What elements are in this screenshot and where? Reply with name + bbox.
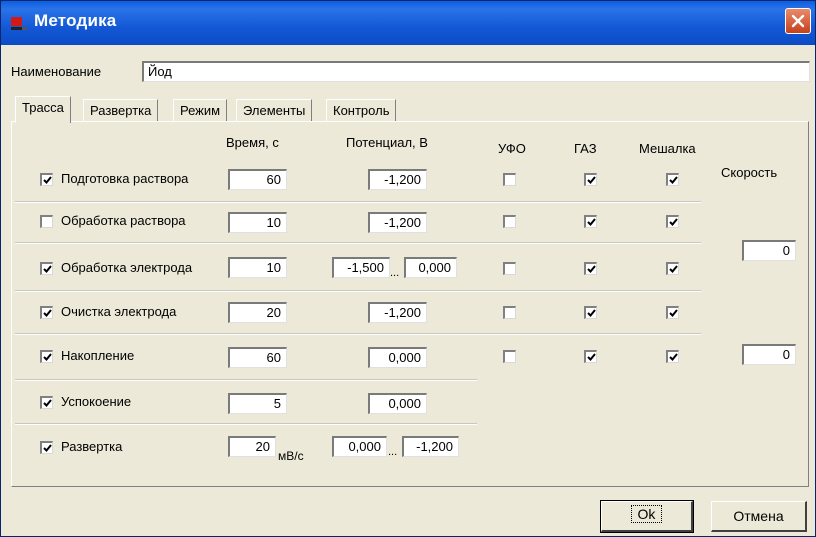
row-separator: [15, 242, 701, 244]
stirrer-checkbox[interactable]: [666, 306, 679, 319]
tab-elementy[interactable]: Элементы: [236, 99, 313, 121]
checkmark-icon: [587, 176, 596, 184]
row-label: Успокоение: [61, 394, 132, 409]
row-label: Обработка раствора: [61, 213, 186, 228]
row-enable-checkbox[interactable]: [40, 350, 53, 363]
gas-checkbox[interactable]: [584, 262, 597, 275]
header-gas: ГАЗ: [574, 141, 597, 156]
stirrer-checkbox[interactable]: [666, 215, 679, 228]
row-separator: [15, 333, 701, 335]
ufo-checkbox[interactable]: [503, 262, 516, 275]
ufo-checkbox[interactable]: [503, 306, 516, 319]
header-time: Время, с: [226, 135, 279, 150]
header-ufo: УФО: [498, 141, 526, 156]
stirrer-checkbox[interactable]: [666, 350, 679, 363]
title-bar[interactable]: Методика: [1, 1, 815, 45]
gas-checkbox[interactable]: [584, 350, 597, 363]
potential-from-input[interactable]: -1,500: [332, 257, 390, 278]
ok-button-label: Ok: [630, 505, 663, 523]
checkmark-icon: [669, 353, 678, 361]
range-separator: ...: [390, 267, 400, 279]
row-separator: [15, 290, 701, 292]
checkmark-icon: [43, 399, 52, 407]
row-enable-checkbox[interactable]: [40, 262, 53, 275]
time-input[interactable]: 10: [228, 257, 287, 278]
close-button[interactable]: [785, 8, 811, 34]
potential-input[interactable]: -1,200: [368, 169, 427, 190]
row-label: Развертка: [61, 439, 123, 454]
scan-rate-unit: мВ/с: [278, 449, 304, 463]
speed-input-1[interactable]: 0: [742, 240, 796, 261]
potential-input[interactable]: -1,200: [368, 212, 427, 233]
gas-checkbox[interactable]: [584, 306, 597, 319]
time-input[interactable]: 60: [228, 347, 287, 368]
row-separator: [15, 201, 701, 203]
time-input[interactable]: 60: [228, 169, 287, 190]
potential-input[interactable]: 0,000: [368, 393, 427, 414]
name-input[interactable]: Йод: [142, 61, 810, 82]
row-separator: [15, 379, 477, 381]
row-enable-checkbox[interactable]: [40, 441, 53, 454]
gas-checkbox[interactable]: [584, 173, 597, 186]
header-stirrer: Мешалка: [639, 141, 696, 156]
row-enable-checkbox[interactable]: [40, 215, 53, 228]
checkmark-icon: [669, 309, 678, 317]
header-potential: Потенциал, В: [346, 135, 428, 150]
checkmark-icon: [43, 444, 52, 452]
speed-input-2[interactable]: 0: [742, 344, 796, 365]
ufo-checkbox[interactable]: [503, 173, 516, 186]
header-speed: Скорость: [721, 165, 778, 180]
time-input[interactable]: 10: [228, 212, 287, 233]
stirrer-checkbox[interactable]: [666, 262, 679, 275]
time-input[interactable]: 5: [228, 393, 287, 414]
stirrer-checkbox[interactable]: [666, 173, 679, 186]
checkmark-icon: [587, 353, 596, 361]
tab-rezhim[interactable]: Режим: [173, 99, 228, 121]
row-enable-checkbox[interactable]: [40, 396, 53, 409]
tab-trassa[interactable]: Трасса: [15, 96, 71, 123]
ufo-checkbox[interactable]: [503, 215, 516, 228]
scan-rate-input[interactable]: 20: [228, 436, 276, 457]
potential-input[interactable]: -1,200: [368, 302, 427, 323]
checkmark-icon: [587, 309, 596, 317]
potential-from-input[interactable]: 0,000: [332, 436, 387, 457]
app-icon: [11, 17, 27, 30]
potential-to-input[interactable]: 0,000: [404, 257, 457, 278]
close-icon: [791, 14, 805, 28]
checkmark-icon: [669, 176, 678, 184]
row-label: Накопление: [61, 348, 135, 363]
checkmark-icon: [669, 265, 678, 273]
window-title: Методика: [34, 11, 117, 30]
checkmark-icon: [587, 218, 596, 226]
row-enable-checkbox[interactable]: [40, 173, 53, 186]
cancel-button[interactable]: Отмена: [711, 501, 807, 532]
methodology-dialog: Методика Наименование Йод Трасса Разверт…: [0, 0, 816, 537]
ufo-checkbox[interactable]: [503, 350, 516, 363]
tab-razvertka[interactable]: Развертка: [83, 99, 159, 121]
row-label: Очистка электрода: [61, 304, 177, 319]
ok-button[interactable]: Ok: [600, 500, 694, 533]
row-label: Подготовка раствора: [61, 171, 189, 186]
name-label: Наименование: [11, 64, 102, 79]
potential-to-input[interactable]: -1,200: [402, 436, 459, 457]
checkmark-icon: [587, 265, 596, 273]
row-label: Обработка электрода: [61, 260, 193, 275]
range-separator: ...: [388, 446, 398, 458]
checkmark-icon: [43, 309, 52, 317]
row-enable-checkbox[interactable]: [40, 306, 53, 319]
checkmark-icon: [43, 176, 52, 184]
tab-kontrol[interactable]: Контроль: [326, 99, 397, 121]
gas-checkbox[interactable]: [584, 215, 597, 228]
checkmark-icon: [43, 265, 52, 273]
checkmark-icon: [669, 218, 678, 226]
time-input[interactable]: 20: [228, 302, 287, 323]
row-separator: [15, 423, 477, 425]
checkmark-icon: [43, 353, 52, 361]
potential-input[interactable]: 0,000: [368, 347, 427, 368]
